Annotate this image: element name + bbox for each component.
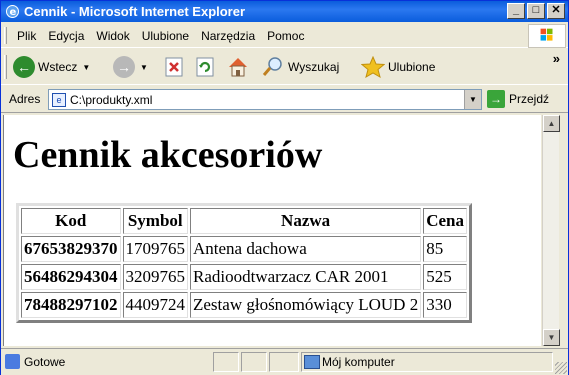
menu-bar: Plik Edycja Widok Ulubione Narzędzia Pom…: [1, 23, 568, 48]
scroll-up-button[interactable]: ▲: [543, 115, 560, 132]
menu-pomoc[interactable]: Pomoc: [261, 29, 310, 43]
home-icon: [229, 58, 247, 77]
cell-cena: 85: [423, 236, 467, 262]
refresh-icon: [196, 57, 214, 77]
cell-nazwa: Radioodtwarzacz CAR 2001: [190, 264, 422, 290]
page-content: Cennik akcesoriów Kod Symbol Nazwa Cena …: [3, 115, 541, 346]
stop-icon: [165, 57, 183, 77]
cell-symbol: 4409724: [122, 292, 188, 318]
cell-kod: 67653829370: [21, 236, 121, 262]
search-label: Wyszukaj: [288, 60, 340, 74]
cell-symbol: 3209765: [122, 264, 188, 290]
favorites-button[interactable]: Ulubione: [361, 55, 435, 79]
cell-cena: 525: [423, 264, 467, 290]
status-page-icon: [5, 354, 20, 369]
cell-nazwa: Antena dachowa: [190, 236, 422, 262]
forward-dropdown-icon[interactable]: ▼: [140, 63, 148, 72]
vertical-scrollbar[interactable]: ▲ ▼: [542, 115, 560, 346]
status-text: Gotowe: [24, 355, 66, 369]
go-icon: →: [487, 90, 505, 108]
back-dropdown-icon[interactable]: ▼: [82, 63, 90, 72]
address-bar: Adres e C:\produkty.xml ▼ → Przejdź: [1, 86, 568, 113]
window-title: Cennik - Microsoft Internet Explorer: [24, 4, 246, 19]
cell-symbol: 1709765: [122, 236, 188, 262]
cell-kod: 78488297102: [21, 292, 121, 318]
cell-nazwa: Zestaw głośnomówiący LOUD 2: [190, 292, 422, 318]
address-label: Adres: [9, 92, 41, 106]
cell-kod: 56486294304: [21, 264, 121, 290]
menu-edycja[interactable]: Edycja: [42, 29, 90, 43]
ie-icon: e: [6, 5, 19, 18]
search-button[interactable]: Wyszukaj: [261, 55, 339, 79]
search-icon: [262, 57, 282, 76]
favorites-icon: [361, 56, 385, 78]
refresh-button[interactable]: [195, 55, 215, 79]
address-input[interactable]: e C:\produkty.xml ▼: [48, 89, 482, 110]
menu-plik[interactable]: Plik: [15, 29, 42, 43]
go-label: Przejdź: [509, 92, 550, 106]
status-bar: Gotowe Mój komputer: [1, 348, 568, 375]
table-row: 78488297102 4409724 Zestaw głośnomówiący…: [21, 292, 467, 318]
column-header-kod: Kod: [21, 208, 121, 234]
home-button[interactable]: [226, 55, 250, 79]
toolbar-grip: [4, 55, 7, 79]
back-icon: ←: [13, 56, 35, 78]
menu-widok[interactable]: Widok: [90, 29, 135, 43]
standard-toolbar: ← Wstecz ▼ → ▼ Wyszukaj Ulubione »: [1, 49, 568, 85]
menu-narzedzia[interactable]: Narzędzia: [195, 29, 261, 43]
go-button[interactable]: → Przejdź: [487, 90, 549, 108]
stop-button[interactable]: [164, 55, 184, 79]
browser-window: e Cennik - Microsoft Internet Explorer _…: [0, 0, 569, 375]
back-label: Wstecz: [38, 60, 78, 74]
table-header-row: Kod Symbol Nazwa Cena: [21, 208, 467, 234]
menu-items: Plik Edycja Widok Ulubione Narzędzia Pom…: [15, 29, 310, 43]
zone-label: Mój komputer: [322, 355, 395, 369]
security-zone: Mój komputer: [301, 352, 553, 372]
page-heading: Cennik akcesoriów: [13, 134, 323, 176]
table-row: 67653829370 1709765 Antena dachowa 85: [21, 236, 467, 262]
toolbar-overflow-icon[interactable]: »: [553, 51, 560, 66]
favorites-label: Ulubione: [388, 60, 436, 74]
table-row: 56486294304 3209765 Radioodtwarzacz CAR …: [21, 264, 467, 290]
svg-text:e: e: [10, 7, 17, 18]
status-panel: [269, 352, 299, 372]
menu-ulubione[interactable]: Ulubione: [136, 29, 195, 43]
address-value[interactable]: C:\produkty.xml: [70, 93, 152, 107]
status-panel: [241, 352, 267, 372]
maximize-button[interactable]: □: [527, 3, 545, 19]
column-header-cena: Cena: [423, 208, 467, 234]
resize-grip[interactable]: [555, 362, 567, 374]
cell-cena: 330: [423, 292, 467, 318]
page-icon: e: [52, 93, 66, 107]
scroll-down-button[interactable]: ▼: [543, 329, 560, 346]
forward-icon: →: [113, 56, 135, 78]
menu-grip: [4, 27, 7, 44]
minimize-button[interactable]: _: [507, 3, 525, 19]
close-button[interactable]: ✕: [547, 3, 565, 19]
status-panel: [213, 352, 239, 372]
address-dropdown-icon[interactable]: ▼: [464, 90, 481, 109]
column-header-symbol: Symbol: [122, 208, 188, 234]
column-header-nazwa: Nazwa: [190, 208, 422, 234]
forward-button[interactable]: → ▼: [113, 55, 148, 79]
computer-icon: [304, 355, 320, 369]
back-button[interactable]: ← Wstecz ▼: [13, 55, 90, 79]
price-table: Kod Symbol Nazwa Cena 67653829370 170976…: [16, 203, 472, 323]
window-controls: _ □ ✕: [507, 3, 565, 19]
windows-logo-icon: [528, 24, 566, 48]
title-bar[interactable]: e Cennik - Microsoft Internet Explorer _…: [1, 1, 568, 22]
